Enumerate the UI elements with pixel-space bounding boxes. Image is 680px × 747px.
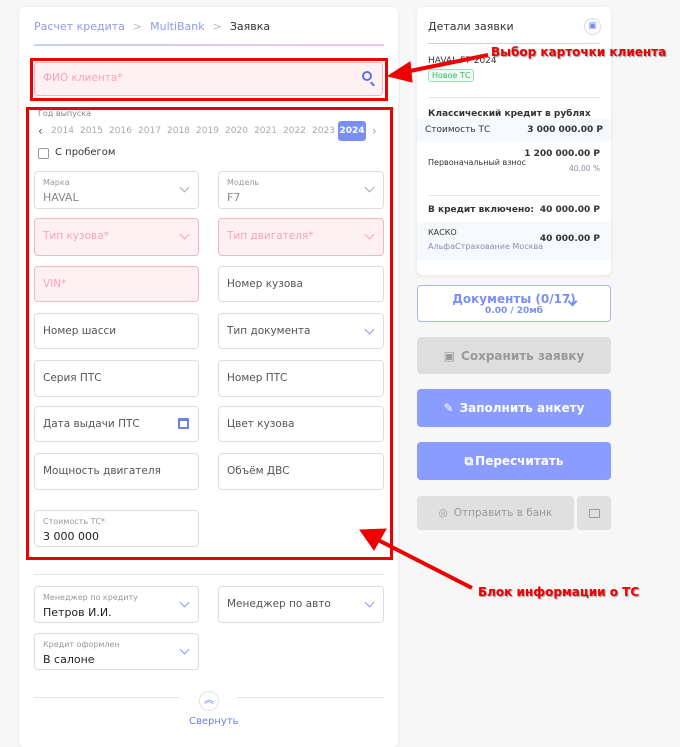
client-annotation-arrow <box>386 53 489 83</box>
vehicle-annotation-label: Блок информации о ТС <box>478 585 640 599</box>
vehicle-annotation-arrow <box>359 528 473 590</box>
client-annotation-label: Выбор карточки клиента <box>491 45 667 59</box>
annotation-arrows <box>359 53 489 590</box>
